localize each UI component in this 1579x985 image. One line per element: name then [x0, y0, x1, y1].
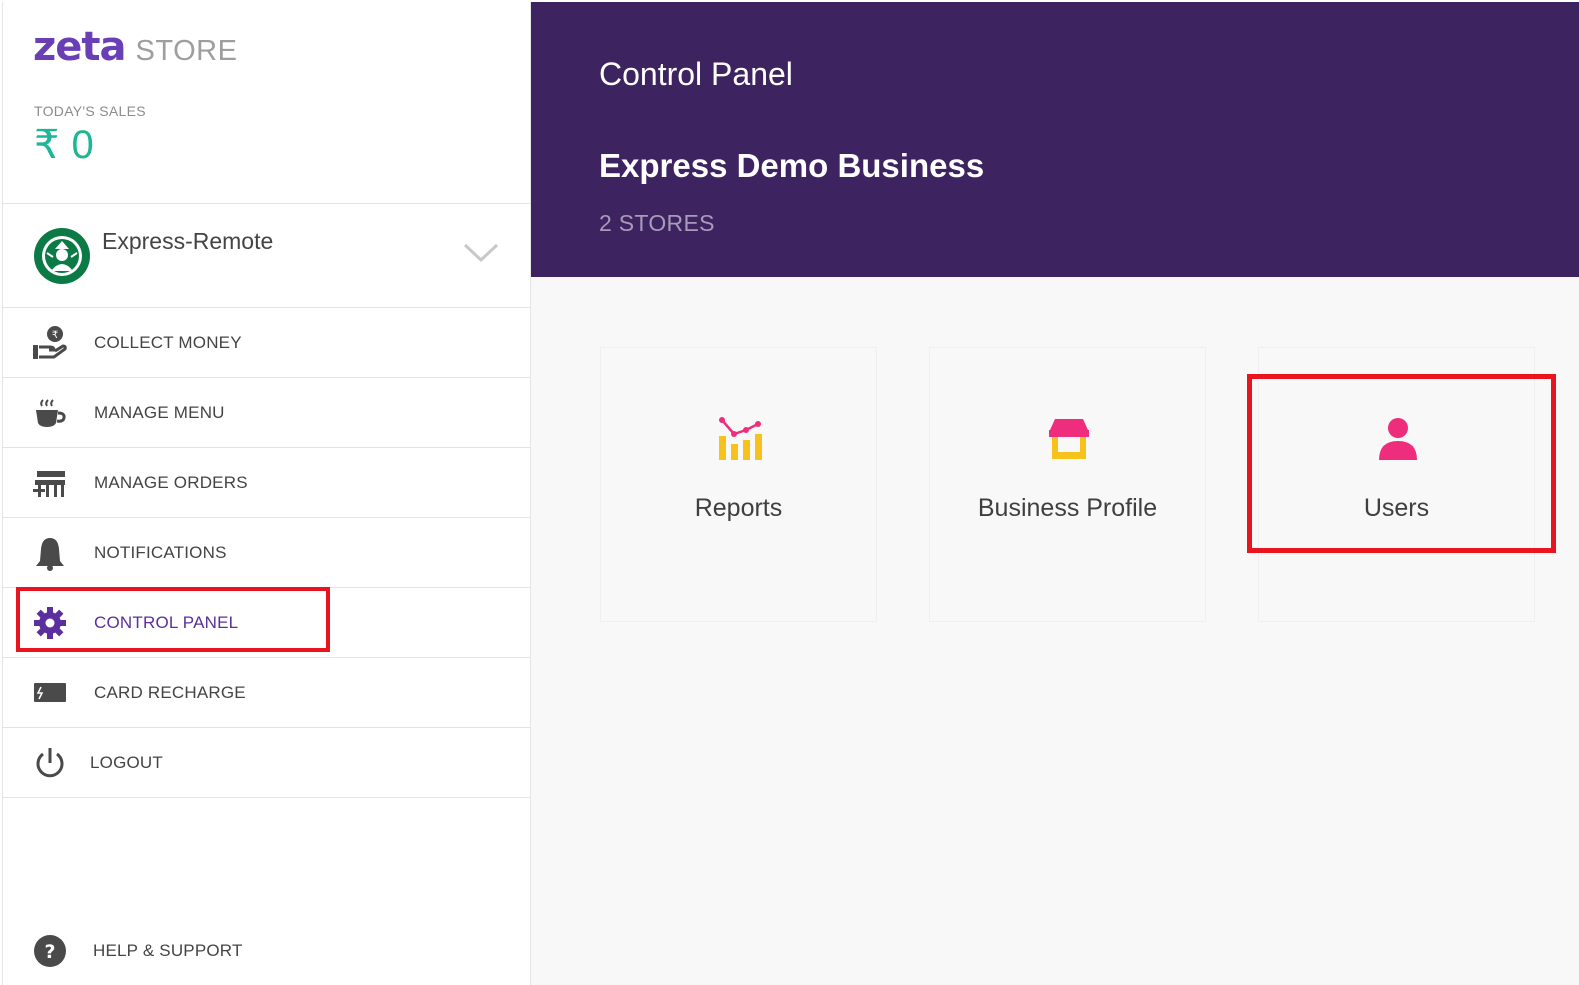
sidebar-item-label: NOTIFICATIONS [94, 543, 227, 562]
chevron-down-icon[interactable] [463, 242, 499, 264]
reports-card-label: Reports [694, 494, 783, 522]
sidebar-item-label: CONTROL PANEL [94, 613, 239, 632]
brand-logo: zeta STORE [33, 24, 237, 70]
help-icon: ? [34, 935, 66, 967]
hand-coin-icon: ₹ [33, 326, 67, 359]
sidebar-item-manage-menu[interactable]: MANAGE MENU [3, 378, 530, 448]
gear-icon [34, 607, 66, 639]
user-icon [1379, 418, 1417, 460]
sidebar-item-notifications[interactable]: NOTIFICATIONS [3, 518, 530, 588]
app-window: zeta STORE TODAY'S SALES ₹0 Express-Remo… [0, 0, 1579, 985]
sidebar-item-manage-orders[interactable]: MANAGE ORDERS [3, 448, 530, 518]
business-name: Express Demo Business [599, 147, 985, 184]
sidebar: zeta STORE TODAY'S SALES ₹0 Express-Remo… [2, 2, 531, 985]
brand-product-name: STORE [135, 35, 238, 67]
todays-sales-value: ₹0 [34, 122, 94, 168]
sales-amount: 0 [71, 123, 94, 167]
store-selector[interactable]: Express-Remote [3, 203, 530, 308]
counter-icon [33, 471, 65, 497]
sidebar-item-collect-money[interactable]: ₹ COLLECT MONEY [3, 308, 530, 378]
svg-text:₹: ₹ [52, 330, 58, 341]
sidebar-menu: ₹ COLLECT MONEY MANAGE MENU MANAGE ORDER… [3, 308, 530, 798]
card-icon [34, 683, 66, 702]
brand-logo-text: zeta [33, 24, 127, 70]
sidebar-item-label: MANAGE MENU [94, 403, 225, 422]
sidebar-item-label: LOGOUT [90, 753, 163, 772]
reports-card[interactable]: Reports [600, 347, 877, 622]
store-count: 2 STORES [599, 210, 715, 236]
sidebar-item-control-panel[interactable]: CONTROL PANEL [3, 588, 530, 658]
page-header: Control Panel Express Demo Business 2 ST… [531, 2, 1579, 277]
store-name: Express-Remote [102, 228, 274, 254]
business-profile-card[interactable]: Business Profile [929, 347, 1206, 622]
coffee-cup-icon [36, 399, 66, 427]
sidebar-item-card-recharge[interactable]: CARD RECHARGE [3, 658, 530, 728]
currency-symbol: ₹ [34, 123, 60, 167]
users-card[interactable]: Users [1258, 347, 1535, 622]
sidebar-item-label: CARD RECHARGE [94, 683, 246, 702]
power-icon [36, 748, 64, 778]
chart-icon [719, 417, 762, 460]
todays-sales-label: TODAY'S SALES [34, 103, 146, 119]
bell-icon [36, 538, 64, 571]
business-profile-card-label: Business Profile [977, 494, 1158, 522]
starbucks-logo-icon [34, 228, 90, 284]
users-card-label: Users [1363, 494, 1430, 522]
help-support-label: HELP & SUPPORT [93, 941, 243, 960]
sidebar-item-label: MANAGE ORDERS [94, 473, 248, 492]
sidebar-item-label: COLLECT MONEY [94, 333, 242, 352]
sidebar-item-help-support[interactable]: ? HELP & SUPPORT [3, 922, 530, 980]
storefront-icon [1049, 419, 1089, 459]
svg-text:?: ? [44, 941, 55, 963]
page-title: Control Panel [599, 56, 793, 92]
sidebar-item-logout[interactable]: LOGOUT [3, 728, 530, 798]
